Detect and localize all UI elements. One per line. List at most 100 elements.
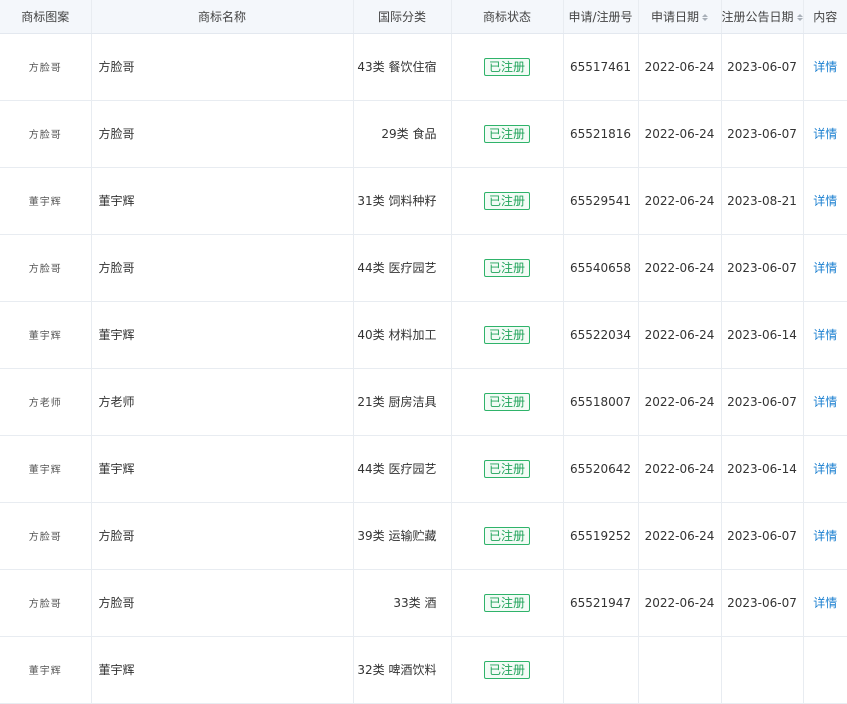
detail-link[interactable]: 详情 xyxy=(813,596,837,610)
detail-cell: 详情 xyxy=(803,234,847,302)
trademark-name: 董宇辉 xyxy=(91,301,354,369)
detail-cell: 详情 xyxy=(803,502,847,570)
detail-link[interactable]: 详情 xyxy=(813,529,837,543)
table-body: 方脸哥 方脸哥 43类 餐饮住宿 已注册 65517461 2022-06-24 2023-… xyxy=(0,33,847,704)
detail-link[interactable]: 详情 xyxy=(813,127,837,141)
trademark-logo-image: 方脸哥 xyxy=(28,130,62,141)
status-badge: 已注册 xyxy=(483,593,530,612)
trademark-appdate: 2022-06-24 xyxy=(638,234,722,302)
table-row[interactable]: 方脸哥 方脸哥 43类 餐饮住宿 已注册 65517461 2022-06-24 2023-… xyxy=(0,33,847,101)
status-badge: 已注册 xyxy=(483,392,530,411)
trademark-logo: 董宇辉 xyxy=(0,435,92,503)
trademark-status-cell: 已注册 xyxy=(451,636,564,704)
trademark-logo: 方脸哥 xyxy=(0,502,92,570)
trademark-appdate: 2022-06-24 xyxy=(638,100,722,168)
trademark-logo-image: 董宇辉 xyxy=(28,666,62,677)
detail-cell: 详情 xyxy=(803,33,847,101)
trademark-status-cell: 已注册 xyxy=(451,234,564,302)
trademark-class: 44类 医疗园艺 xyxy=(353,435,452,503)
trademark-class: 21类 厨房洁具 xyxy=(353,368,452,436)
trademark-appdate: 2022-06-24 xyxy=(638,301,722,369)
detail-cell xyxy=(803,636,847,704)
table-row[interactable]: 董宇辉 董宇辉 32类 啤酒饮料 已注册 xyxy=(0,636,847,704)
table-row[interactable]: 方脸哥 方脸哥 39类 运输贮藏 已注册 65519252 2022-06-24 2023-… xyxy=(0,502,847,570)
table-row[interactable]: 董宇辉 董宇辉 31类 饲料种籽 已注册 65529541 2022-06-24 2023-… xyxy=(0,167,847,235)
table-row[interactable]: 方脸哥 方脸哥 29类 食品 已注册 65521816 2022-06-24 2023-06… xyxy=(0,100,847,168)
table-row[interactable]: 董宇辉 董宇辉 44类 医疗园艺 已注册 65520642 2022-06-24 2023-… xyxy=(0,435,847,503)
detail-cell: 详情 xyxy=(803,167,847,235)
trademark-appdate: 2022-06-24 xyxy=(638,33,722,101)
trademark-status-cell: 已注册 xyxy=(451,569,564,637)
trademark-pubdate: 2023-06-07 xyxy=(721,100,804,168)
trademark-appdate: 2022-06-24 xyxy=(638,435,722,503)
trademark-name: 董宇辉 xyxy=(91,167,354,235)
sort-icon[interactable] xyxy=(702,13,708,21)
trademark-logo: 方脸哥 xyxy=(0,33,92,101)
header-appdate-label: 申请日期 xyxy=(650,9,699,24)
trademark-appno xyxy=(563,636,639,704)
header-status: 商标状态 xyxy=(451,0,564,34)
trademark-logo: 董宇辉 xyxy=(0,636,92,704)
trademark-name: 方老师 xyxy=(91,368,354,436)
trademark-class: 40类 材料加工 xyxy=(353,301,452,369)
table-row[interactable]: 方老师 方老师 21类 厨房洁具 已注册 65518007 2022-06-24 2023-… xyxy=(0,368,847,436)
trademark-class: 39类 运输贮藏 xyxy=(353,502,452,570)
trademark-appdate: 2022-06-24 xyxy=(638,167,722,235)
status-badge: 已注册 xyxy=(483,660,530,679)
trademark-pubdate: 2023-08-21 xyxy=(721,167,804,235)
trademark-status-cell: 已注册 xyxy=(451,435,564,503)
table-row[interactable]: 方脸哥 方脸哥 44类 医疗园艺 已注册 65540658 2022-06-24 2023-… xyxy=(0,234,847,302)
trademark-class: 32类 啤酒饮料 xyxy=(353,636,452,704)
detail-link[interactable]: 详情 xyxy=(813,395,837,409)
detail-cell: 详情 xyxy=(803,435,847,503)
table-header-row: 商标图案 商标名称 国际分类 商标状态 申请/注册号 申请日期 注册公告日期 内… xyxy=(0,0,847,34)
table-row[interactable]: 董宇辉 董宇辉 40类 材料加工 已注册 65522034 2022-06-24 2023-… xyxy=(0,301,847,369)
detail-link[interactable]: 详情 xyxy=(813,60,837,74)
trademark-status-cell: 已注册 xyxy=(451,100,564,168)
status-badge: 已注册 xyxy=(483,191,530,210)
trademark-appno: 65521816 xyxy=(563,100,639,168)
trademark-status-cell: 已注册 xyxy=(451,368,564,436)
header-pubdate-label: 注册公告日期 xyxy=(721,9,794,24)
trademark-logo: 方脸哥 xyxy=(0,234,92,302)
trademark-logo: 方老师 xyxy=(0,368,92,436)
status-badge: 已注册 xyxy=(483,526,530,545)
trademark-status-cell: 已注册 xyxy=(451,167,564,235)
detail-link[interactable]: 详情 xyxy=(813,328,837,342)
trademark-pubdate: 2023-06-07 xyxy=(721,368,804,436)
trademark-name: 董宇辉 xyxy=(91,435,354,503)
trademark-name: 方脸哥 xyxy=(91,502,354,570)
trademark-pubdate: 2023-06-07 xyxy=(721,569,804,637)
trademark-pubdate: 2023-06-07 xyxy=(721,502,804,570)
detail-link[interactable]: 详情 xyxy=(813,194,837,208)
header-class: 国际分类 xyxy=(353,0,452,34)
status-badge: 已注册 xyxy=(483,325,530,344)
status-badge: 已注册 xyxy=(483,459,530,478)
header-name: 商标名称 xyxy=(91,0,354,34)
trademark-logo: 董宇辉 xyxy=(0,301,92,369)
header-appno: 申请/注册号 xyxy=(563,0,639,34)
trademark-logo-image: 方老师 xyxy=(28,398,62,409)
status-badge: 已注册 xyxy=(483,258,530,277)
trademark-appdate: 2022-06-24 xyxy=(638,569,722,637)
trademark-table: 商标图案 商标名称 国际分类 商标状态 申请/注册号 申请日期 注册公告日期 内… xyxy=(0,0,847,704)
trademark-class: 29类 食品 xyxy=(353,100,452,168)
trademark-logo-image: 方脸哥 xyxy=(28,264,62,275)
status-badge: 已注册 xyxy=(483,124,530,143)
detail-link[interactable]: 详情 xyxy=(813,462,837,476)
trademark-class: 43类 餐饮住宿 xyxy=(353,33,452,101)
trademark-appno: 65519252 xyxy=(563,502,639,570)
trademark-status-cell: 已注册 xyxy=(451,301,564,369)
trademark-logo: 方脸哥 xyxy=(0,100,92,168)
trademark-pubdate: 2023-06-14 xyxy=(721,301,804,369)
sort-icon[interactable] xyxy=(796,13,802,21)
detail-link[interactable]: 详情 xyxy=(813,261,837,275)
table-row[interactable]: 方脸哥 方脸哥 33类 酒已注册 65521947 2022-06-24 2023-06-… xyxy=(0,569,847,637)
trademark-pubdate: 2023-06-07 xyxy=(721,234,804,302)
trademark-logo-image: 董宇辉 xyxy=(28,331,62,342)
header-pubdate[interactable]: 注册公告日期 xyxy=(721,0,804,34)
trademark-name: 方脸哥 xyxy=(91,234,354,302)
header-appdate[interactable]: 申请日期 xyxy=(638,0,722,34)
trademark-logo-image: 方脸哥 xyxy=(28,532,62,543)
trademark-pubdate xyxy=(721,636,804,704)
